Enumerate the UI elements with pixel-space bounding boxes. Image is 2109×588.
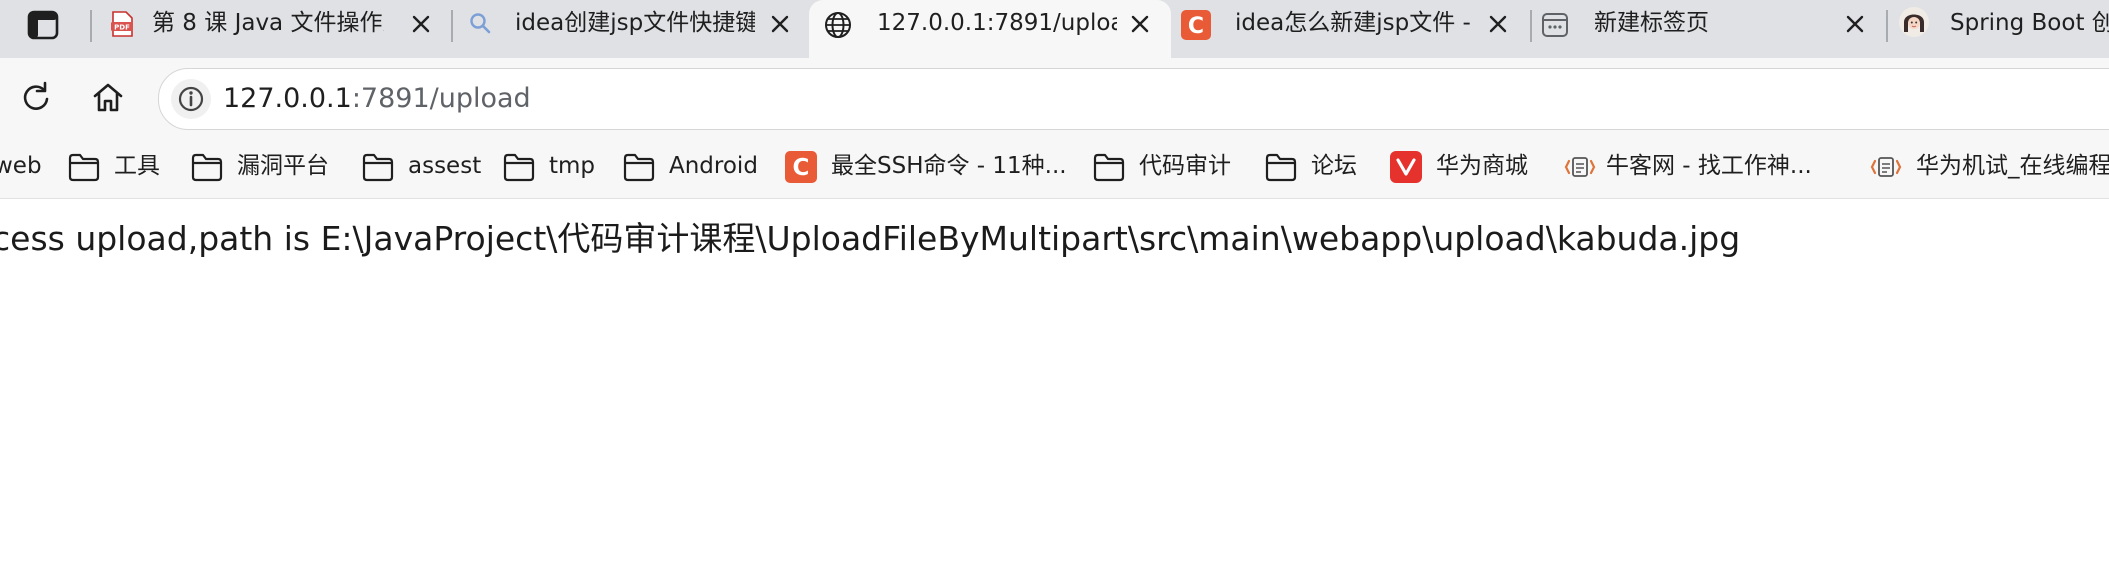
new-tab-page-icon <box>1540 10 1568 38</box>
folder-icon <box>1093 152 1125 182</box>
vmall-logo-icon <box>1390 151 1422 183</box>
tab-upload-active[interactable]: 127.0.0.1:7891/upload <box>809 0 1171 58</box>
tab-title: idea怎么新建jsp文件 - <box>1235 10 1471 36</box>
tab-strip: PDF 第 8 课 Java 文件操作之 idea创建jsp文件快捷键 127.… <box>0 0 2109 58</box>
bookmark-label: tmp <box>549 153 596 179</box>
site-info-icon[interactable] <box>171 79 211 119</box>
tab-idea-jsp-shortcut[interactable]: idea创建jsp文件快捷键 <box>453 0 809 58</box>
url-path: :7891/upload <box>351 83 531 114</box>
upload-result-message: cess upload,path is E:\JavaProject\代码审计课… <box>0 219 1741 258</box>
tab-title: 新建标签页 <box>1594 10 1709 36</box>
svg-text:PDF: PDF <box>114 24 130 32</box>
globe-icon <box>823 10 851 38</box>
tab-separator <box>90 10 92 42</box>
bookmark-label: 最全SSH命令 - 11种... <box>831 153 1067 179</box>
search-icon <box>467 10 495 38</box>
toolbar: 127.0.0.1:7891/upload <box>0 58 2109 140</box>
tab-actions-icon[interactable] <box>26 8 60 42</box>
svg-text:C: C <box>1188 14 1204 39</box>
bookmark-label: Android <box>669 153 758 179</box>
bookmark-label: web <box>0 153 42 179</box>
close-tab-icon[interactable] <box>765 9 795 39</box>
tab-title: idea创建jsp文件快捷键 <box>515 10 755 36</box>
folder-icon <box>191 152 223 182</box>
tab-title: 127.0.0.1:7891/upload <box>877 10 1117 36</box>
csdn-logo-icon: C <box>1181 10 1211 40</box>
bookmark-label: 代码审计 <box>1139 153 1231 179</box>
folder-icon <box>623 152 655 182</box>
pdf-file-icon: PDF <box>108 10 136 38</box>
tab-idea-new-jsp[interactable]: C idea怎么新建jsp文件 - <box>1171 0 1529 58</box>
bookmark-label: 华为机试_在线编程 <box>1916 153 2109 179</box>
nowcoder-logo-icon <box>1870 152 1902 182</box>
folder-icon <box>362 152 394 182</box>
address-bar[interactable]: 127.0.0.1:7891/upload <box>158 68 2109 130</box>
tab-java-file-ops[interactable]: PDF 第 8 课 Java 文件操作之 <box>94 0 452 58</box>
tab-title: 第 8 课 Java 文件操作之 <box>152 10 384 36</box>
bookmark-label: 论坛 <box>1311 153 1357 179</box>
url-text[interactable]: 127.0.0.1:7891/upload <box>223 69 531 129</box>
bookmark-label: 漏洞平台 <box>237 153 329 179</box>
close-tab-icon[interactable] <box>406 9 436 39</box>
bookmark-label: 华为商城 <box>1436 153 1528 179</box>
bookmarks-bar: web 工具 漏洞平台 assest tmp Android C 最全SSH命令… <box>0 140 2109 199</box>
url-host: 127.0.0.1 <box>223 83 352 114</box>
close-tab-icon[interactable] <box>1125 9 1155 39</box>
bookmark-label: assest <box>408 153 482 179</box>
csdn-logo-icon: C <box>785 151 817 183</box>
home-icon[interactable] <box>88 78 128 118</box>
bookmark-label: 工具 <box>114 153 160 179</box>
svg-text:C: C <box>793 155 810 181</box>
avatar-icon <box>1898 6 1929 37</box>
bookmark-label: 牛客网 - 找工作神... <box>1606 153 1812 179</box>
folder-icon <box>503 152 535 182</box>
tab-new-tab[interactable]: 新建标签页 <box>1532 0 1886 58</box>
folder-icon <box>1265 152 1297 182</box>
close-tab-icon[interactable] <box>1483 9 1513 39</box>
reload-icon[interactable] <box>16 78 56 118</box>
close-tab-icon[interactable] <box>1840 9 1870 39</box>
tab-title: Spring Boot 创 <box>1950 10 2109 36</box>
folder-icon <box>68 152 100 182</box>
tab-spring-boot[interactable]: Spring Boot 创 <box>1888 0 2109 58</box>
nowcoder-logo-icon <box>1564 152 1596 182</box>
